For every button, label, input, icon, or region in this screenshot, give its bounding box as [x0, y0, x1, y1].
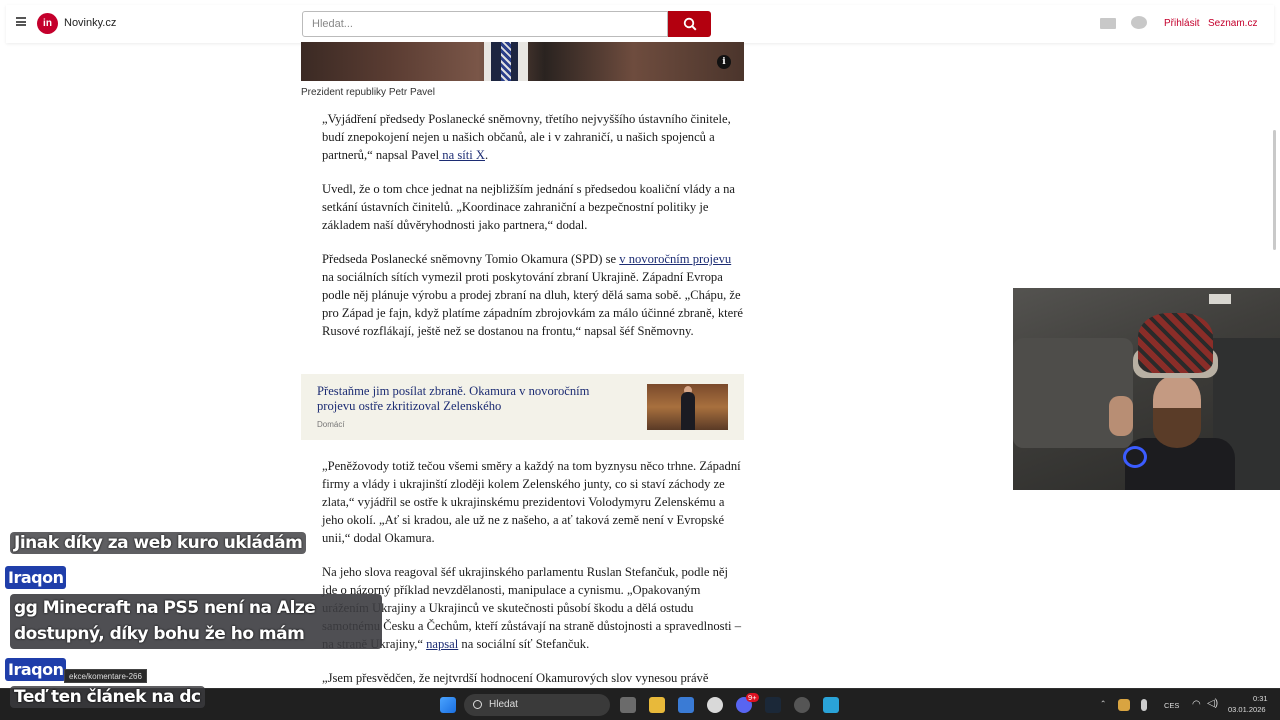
search-button[interactable]	[668, 11, 711, 37]
article-paragraph-5: Na jeho slova reagoval šéf ukrajinského …	[322, 563, 744, 653]
info-label: i	[722, 57, 726, 67]
obs-icon[interactable]	[794, 697, 810, 713]
webcam-mic-light	[1123, 446, 1147, 468]
photo-info-icon[interactable]: i	[717, 55, 731, 69]
paragraph-text: na sociálních sítích vymezil proti posky…	[322, 270, 744, 338]
article-paragraph-1: „Vyjádření předsedy Poslanecké sněmovny,…	[322, 110, 744, 164]
novinky-logo-icon[interactable]: in	[37, 13, 58, 34]
paragraph-text: Předseda Poslanecké sněmovny Tomio Okamu…	[322, 252, 620, 266]
chat-username: Iraqon	[5, 566, 67, 589]
tray-chevron-icon[interactable]: ⌃	[1100, 699, 1106, 708]
webcam-overlay	[1013, 288, 1280, 490]
article-paragraph-6: „Jsem přesvědčen, že nejtvrdší hodnocení…	[322, 671, 709, 685]
webcam-hat	[1138, 313, 1213, 373]
app-icon[interactable]	[823, 697, 839, 713]
chat-message-line: gg Minecraft na PS5 není na Alze	[14, 598, 316, 618]
clock-time[interactable]: 0:31	[1253, 694, 1268, 703]
windows-start-icon[interactable]	[440, 697, 456, 713]
related-article-card[interactable]: Přestaňme jim posílat zbraně. Okamura v …	[301, 374, 744, 440]
login-link[interactable]: Přihlásit	[1164, 18, 1200, 29]
article-paragraph-3: Předseda Poslanecké sněmovny Tomio Okamu…	[322, 250, 744, 340]
paragraph-text: .	[484, 148, 489, 162]
link-napsal[interactable]: napsal	[426, 637, 458, 651]
search-input[interactable]	[302, 11, 668, 37]
taskbar-search[interactable]: Hledat	[464, 694, 610, 716]
seznam-link[interactable]: Seznam.cz	[1208, 18, 1257, 29]
thumb-person	[681, 392, 695, 430]
wifi-icon[interactable]: ◠	[1192, 699, 1201, 710]
task-view-icon[interactable]	[620, 697, 636, 713]
language-indicator[interactable]: CES	[1164, 701, 1179, 710]
chat-message: Teď ten článek na dc	[10, 686, 205, 708]
link-novorocni-projev[interactable]: v novoročním projevu	[619, 252, 731, 266]
file-explorer-icon[interactable]	[649, 697, 665, 713]
link-status-bar: ekce/komentare-266	[64, 669, 147, 683]
chat-message: Jinak díky za web kuro ukládám	[10, 532, 307, 554]
chat-message-line: dostupný, díky bohu že ho mám	[14, 624, 305, 644]
paragraph-text: na sociální síť Stefančuk.	[458, 637, 590, 651]
browser-icon[interactable]	[707, 697, 723, 713]
site-header: in Novinky.cz Přihlásit Seznam.cz	[6, 5, 1274, 43]
steam-icon[interactable]	[765, 697, 781, 713]
webcam-window	[1209, 294, 1231, 304]
store-icon[interactable]	[678, 697, 694, 713]
clock-date[interactable]: 03.01.2026	[1228, 705, 1266, 714]
chat-icon[interactable]	[1131, 16, 1147, 29]
related-article-title[interactable]: Přestaňme jim posílat zbraně. Okamura v …	[317, 384, 622, 414]
related-article-category: Domácí	[317, 420, 345, 429]
photo-caption: Prezident republiky Petr Pavel	[301, 87, 435, 98]
chat-message: gg Minecraft na PS5 není na Alze dostupn…	[10, 594, 382, 649]
browser-viewport: in Novinky.cz Přihlásit Seznam.cz i Prez…	[0, 0, 1280, 688]
mail-icon[interactable]	[1100, 18, 1116, 29]
tray-app-icon[interactable]	[1118, 699, 1130, 711]
volume-icon[interactable]: ◁)	[1207, 698, 1218, 709]
microphone-icon[interactable]	[1141, 699, 1147, 711]
article-paragraph-4: „Peněžovody totiž tečou všemi směry a ka…	[322, 459, 741, 545]
search-icon	[473, 700, 482, 709]
paragraph-text: „Vyjádření předsedy Poslanecké sněmovny,…	[322, 112, 731, 162]
site-name[interactable]: Novinky.cz	[64, 17, 116, 29]
taskbar-search-label: Hledat	[489, 699, 518, 710]
article-paragraph-2: Uvedl, že o tom chce jednat na nejbližší…	[322, 182, 736, 232]
related-article-thumbnail[interactable]	[647, 384, 728, 430]
chat-username: Iraqon	[5, 658, 67, 681]
link-na-siti-x[interactable]: na síti X	[439, 148, 485, 162]
logo-letters: in	[43, 18, 52, 29]
webcam-hand	[1109, 396, 1133, 436]
discord-badge: 9+	[746, 693, 759, 702]
page-scrollbar[interactable]	[1273, 130, 1276, 250]
search-icon	[683, 17, 697, 31]
webcam-person-beard	[1153, 408, 1201, 448]
photo-shirt-right	[518, 42, 528, 81]
article-photo	[301, 42, 744, 81]
menu-icon[interactable]	[16, 17, 26, 26]
photo-tie	[501, 42, 511, 81]
